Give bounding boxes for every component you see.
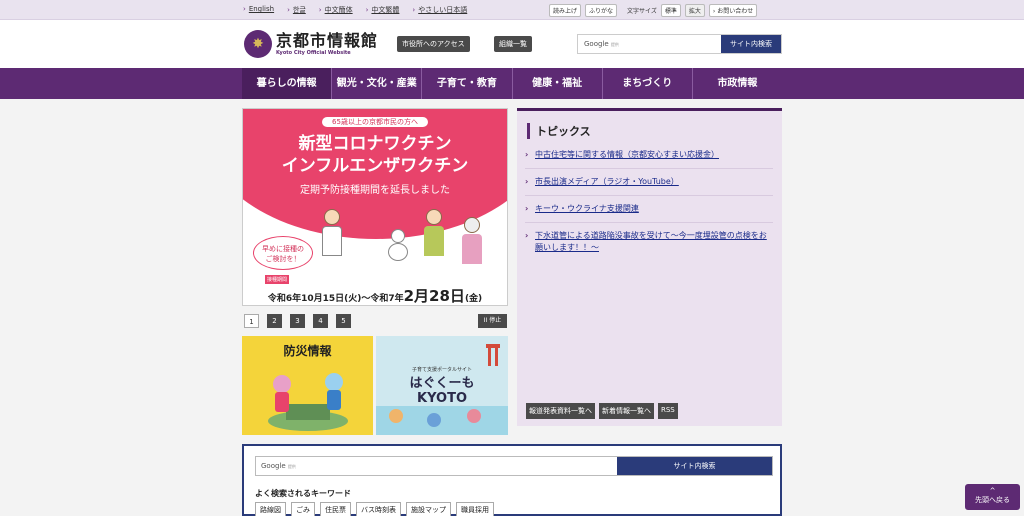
pause-button[interactable]: II 停止 [478,314,507,328]
lang-link-traditional-chinese[interactable]: 中文繁體 [366,5,399,15]
keyword-bus-timetable[interactable]: バス時刻表 [356,502,401,516]
pager-button-1[interactable]: 1 [244,314,259,328]
text-size-standard-button[interactable]: 標準 [660,4,681,17]
keyword-facility-map[interactable]: 施設マップ [406,502,451,516]
header-search-input[interactable]: Google 提供 [584,40,619,48]
topic-link[interactable]: 市長出演メディア（ラジオ・YouTube） [535,177,679,186]
chevron-up-icon: ^ [989,487,996,495]
popular-keywords: 路線図 ごみ 住民票 バス時刻表 施設マップ 職員採用 [255,502,494,516]
topics-panel: トピックス 中古住宅等に関する情報（京都安心すまい応援金） 市長出演メディア（ラ… [517,108,782,426]
list-item: キーウ・ウクライナ支援関連 [525,203,773,223]
hagukumo-subtitle: 子育て支援ポータルサイト [411,367,472,373]
text-size-label: 文字サイズ [627,8,657,15]
press-release-list-button[interactable]: 報道発表資料一覧へ [526,403,595,419]
utility-bar: English 한글 中文簡体 中文繁體 やさしい日本語 読み上げ ふりがな 文… [0,0,1024,20]
google-label-block: Google 提供 [261,462,296,470]
nav-item-urban[interactable]: まちづくり [603,68,693,99]
back-to-top-label: 先頭へ戻る [975,496,1010,504]
list-item: 下水道管による道路陥没事故を受けて～今一度埋設管の点検をお願いします！！～ [525,230,773,261]
pager-button-2[interactable]: 2 [267,314,282,328]
hagukumo-kyoto-tile[interactable]: 子育て支援ポータルサイト はぐくーも KYOTO [376,336,508,435]
site-subtitle: Kyoto City Official Website [276,50,351,56]
elderly-woman-illustration [461,217,483,273]
nav-item-health[interactable]: 健康・福祉 [513,68,603,99]
disaster-illustration [268,373,348,431]
language-links: English 한글 中文簡体 中文繁體 やさしい日本語 [243,5,467,15]
furigana-button[interactable]: ふりがな [585,4,618,17]
lang-link-korean[interactable]: 한글 [287,5,306,15]
hagukumo-title: はぐくーも KYOTO [409,376,475,406]
contact-button[interactable]: › お問い合わせ [708,4,758,17]
read-aloud-button[interactable]: 読み上げ [549,4,582,17]
header-search: Google 提供 サイト内検索 [577,34,782,54]
keyword-residence-certificate[interactable]: 住民票 [320,502,351,516]
site-title: 京都市情報館 [276,31,379,50]
keyword-garbage[interactable]: ごみ [291,502,315,516]
google-label: Google [584,40,609,48]
text-size-enlarge-button[interactable]: 拡大 [684,4,705,17]
contact-label: お問い合わせ [717,8,754,15]
topic-link[interactable]: 下水道管による道路陥没事故を受けて～今一度埋設管の点検をお願いします！！～ [535,231,767,252]
banner-pretitle: 65歳以上の京都市民の方へ [243,117,507,127]
lang-link-english[interactable]: English [243,5,274,15]
news-list-button[interactable]: 新着情報一覧へ [599,403,654,419]
list-item: 中古住宅等に関する情報（京都安心すまい応援金） [525,149,773,169]
lang-link-simplified-chinese[interactable]: 中文簡体 [319,5,353,15]
keyword-recruitment[interactable]: 職員採用 [456,502,494,516]
topics-buttons: 報道発表資料一覧へ 新着情報一覧へ RSS [526,403,678,419]
nav-item-childcare[interactable]: 子育て・教育 [422,68,513,99]
disaster-info-tile[interactable]: 防災情報 [242,336,373,435]
site-search-input[interactable]: Google 提供 サイト内検索 [255,456,773,476]
snowman-illustration [388,229,408,261]
lang-link-easy-japanese[interactable]: やさしい日本語 [412,5,467,15]
popular-keywords-title: よく検索されるキーワード [255,489,351,498]
banner-pager: 1 2 3 4 5 [244,314,351,328]
organization-list-button[interactable]: 組織一覧 [494,36,532,52]
pager-button-3[interactable]: 3 [290,314,305,328]
banner-speech-bubble: 早めに接種の ご検討を！ [253,236,313,270]
banner-subheadline: 定期予防接種期間を延長しました [300,185,450,196]
site-logo[interactable]: ✸ 京都市情報館 Kyoto City Official Website [244,30,378,58]
google-sub-label: 提供 [610,42,619,47]
doctor-illustration [321,209,343,265]
vaccination-period: 令和6年10月15日(火)～令和7年2月28日(金) [267,287,483,305]
topic-link[interactable]: 中古住宅等に関する情報（京都安心すまい応援金） [535,150,719,159]
site-search-box: Google 提供 サイト内検索 よく検索されるキーワード 路線図 ごみ 住民票… [242,444,782,516]
pager-button-5[interactable]: 5 [336,314,351,328]
city-hall-access-button[interactable]: 市役所へのアクセス [397,36,470,52]
elderly-man-illustration [423,209,445,265]
topic-link[interactable]: キーウ・ウクライナ支援関連 [535,204,639,213]
banner-headline: 新型コロナワクチン インフルエンザワクチン [281,134,469,176]
utility-tools: 読み上げ ふりがな 文字サイズ 標準 拡大 › お問い合わせ [549,4,758,17]
list-item: 市長出演メディア（ラジオ・YouTube） [525,176,773,196]
period-tag: 接種期間 [265,275,290,284]
vaccine-banner[interactable]: 65歳以上の京都市民の方へ 新型コロナワクチン インフルエンザワクチン 定期予防… [242,108,508,306]
site-header: ✸ 京都市情報館 Kyoto City Official Website 市役所… [0,20,1024,68]
nav-item-city-admin[interactable]: 市政情報 [693,68,782,99]
rss-button[interactable]: RSS [658,403,678,419]
topics-list: 中古住宅等に関する情報（京都安心すまい応援金） 市長出演メディア（ラジオ・You… [525,149,773,268]
topics-title: トピックス [527,123,591,139]
back-to-top-button[interactable]: ^ 先頭へ戻る [965,484,1020,510]
keyword-route-map[interactable]: 路線図 [255,502,286,516]
nav-item-tourism[interactable]: 観光・文化・産業 [332,68,423,99]
site-search-button[interactable]: サイト内検索 [617,457,772,475]
city-emblem-icon: ✸ [244,30,272,58]
header-search-button[interactable]: サイト内検索 [721,35,781,53]
nav-item-living[interactable]: 暮らしの情報 [242,68,333,99]
global-nav: 暮らしの情報 観光・文化・産業 子育て・教育 健康・福祉 まちづくり 市政情報 [0,68,1024,99]
pager-button-4[interactable]: 4 [313,314,328,328]
